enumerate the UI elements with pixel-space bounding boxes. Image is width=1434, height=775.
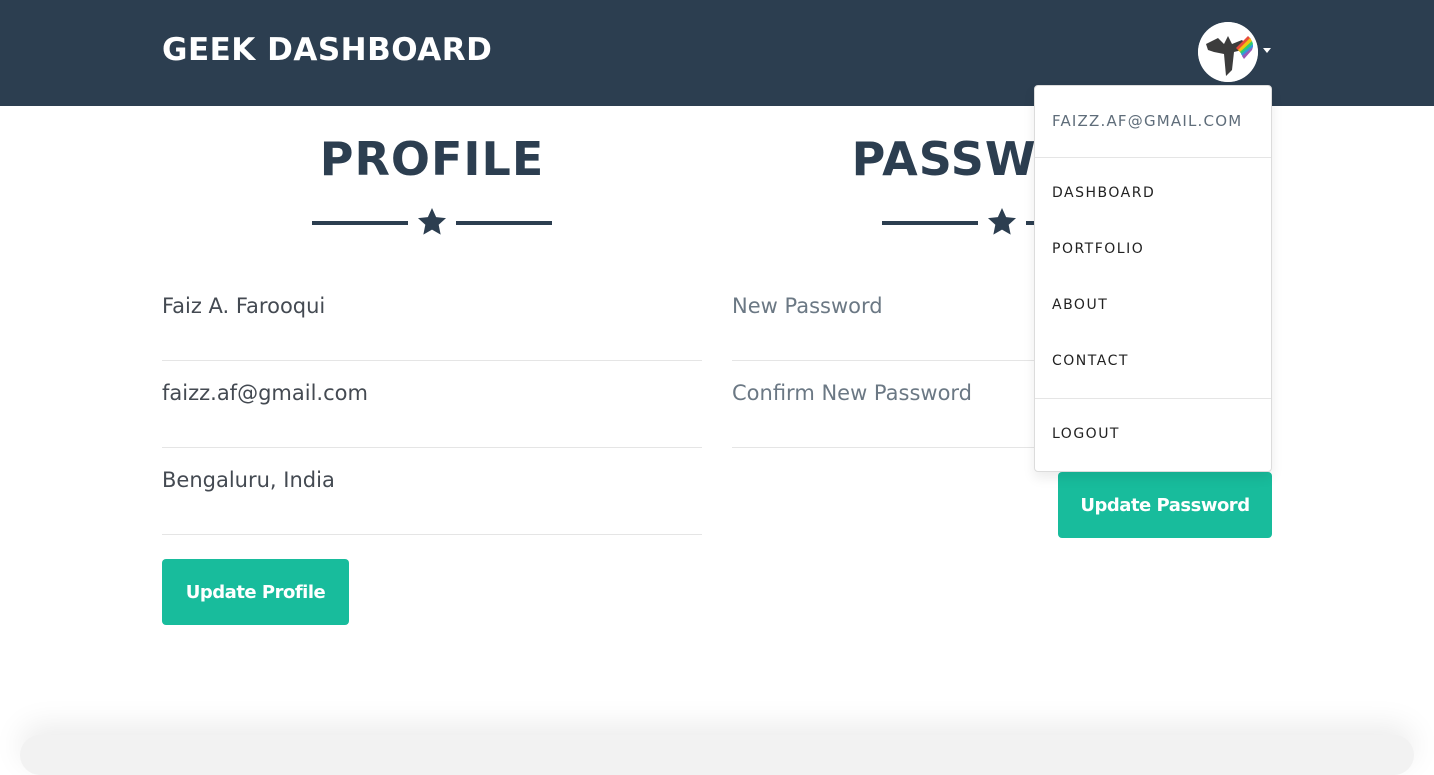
footer-shadow (20, 735, 1414, 775)
menu-item-portfolio[interactable]: PORTFOLIO (1052, 241, 1144, 257)
dropdown-divider (1035, 398, 1271, 399)
profile-title: PROFILE (319, 132, 545, 186)
dropdown-user-email: FAIZZ.AF@GMAIL.COM (1052, 112, 1243, 130)
dropdown-divider (1035, 157, 1271, 158)
star-icon (418, 208, 446, 235)
menu-item-logout[interactable]: LOGOUT (1052, 426, 1120, 442)
profile-star-divider (312, 206, 552, 240)
brand-logo-link[interactable]: GEEK DASHBOARD (162, 32, 492, 68)
profile-location-field[interactable] (162, 448, 702, 535)
update-profile-button[interactable]: Update Profile (162, 559, 349, 625)
profile-email-field[interactable] (162, 361, 702, 448)
name-input[interactable] (162, 294, 702, 318)
caret-down-icon (1263, 48, 1271, 53)
menu-item-dashboard[interactable]: DASHBOARD (1052, 185, 1155, 201)
divider-line (882, 221, 978, 225)
avatar-image-icon (1198, 22, 1258, 82)
menu-item-about[interactable]: ABOUT (1052, 297, 1108, 313)
profile-name-field[interactable] (162, 274, 702, 361)
update-password-button[interactable]: Update Password (1058, 472, 1272, 538)
location-input[interactable] (162, 468, 702, 492)
divider-line (456, 221, 552, 225)
avatar[interactable] (1198, 22, 1258, 82)
email-input[interactable] (162, 381, 702, 405)
user-menu-toggle[interactable] (1198, 22, 1278, 82)
user-dropdown-menu: FAIZZ.AF@GMAIL.COM DASHBOARD PORTFOLIO A… (1034, 85, 1272, 472)
menu-item-contact[interactable]: CONTACT (1052, 353, 1129, 369)
star-icon (988, 208, 1016, 235)
divider-line (312, 221, 408, 225)
